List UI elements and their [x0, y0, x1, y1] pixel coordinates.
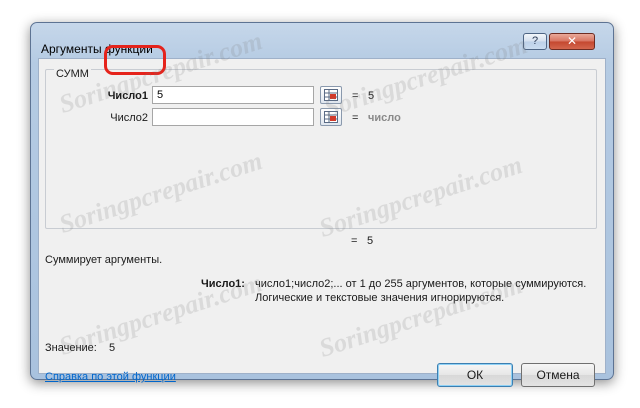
question-icon: ?: [531, 35, 539, 47]
arg1-equals: =: [352, 90, 359, 102]
total-equals: =: [351, 235, 358, 247]
function-description: Суммирует аргументы.: [45, 254, 163, 266]
arg2-equals: =: [352, 112, 359, 124]
highlight-circle: [104, 45, 166, 75]
detail-line2: Логические и текстовые значения игнориру…: [255, 292, 505, 304]
help-link[interactable]: Справка по этой функции: [45, 371, 176, 383]
range-select-icon: [324, 89, 338, 101]
total-result: 5: [367, 235, 374, 247]
arg1-range-button[interactable]: [320, 86, 342, 104]
value-label: Значение:: [45, 342, 97, 354]
detail-line1: число1;число2;... от 1 до 255 аргументов…: [255, 278, 587, 290]
help-button[interactable]: ?: [523, 33, 547, 50]
close-icon: ✕: [566, 34, 578, 48]
function-group: СУММ Число1 = 5 Число2: [45, 68, 597, 229]
dialog-body: СУММ Число1 = 5 Число2: [38, 58, 606, 387]
close-button[interactable]: ✕: [549, 33, 595, 50]
arg2-label: Число2: [110, 112, 148, 124]
arg2-range-button[interactable]: [320, 108, 342, 126]
arg2-result: число: [368, 112, 401, 124]
detail-label: Число1:: [201, 278, 245, 290]
value-amount: 5: [109, 342, 116, 354]
function-arguments-dialog: Аргументы функции ? ✕ СУММ Число1 = 5: [30, 22, 614, 387]
function-name: СУММ: [54, 68, 91, 80]
arg2-input[interactable]: [152, 108, 314, 126]
arg1-input[interactable]: [152, 86, 314, 104]
arg1-label: Число1: [107, 90, 148, 102]
range-select-icon: [324, 111, 338, 123]
arg1-result: 5: [368, 90, 375, 102]
ok-button[interactable]: ОК: [437, 363, 513, 387]
cancel-button[interactable]: Отмена: [521, 363, 595, 387]
